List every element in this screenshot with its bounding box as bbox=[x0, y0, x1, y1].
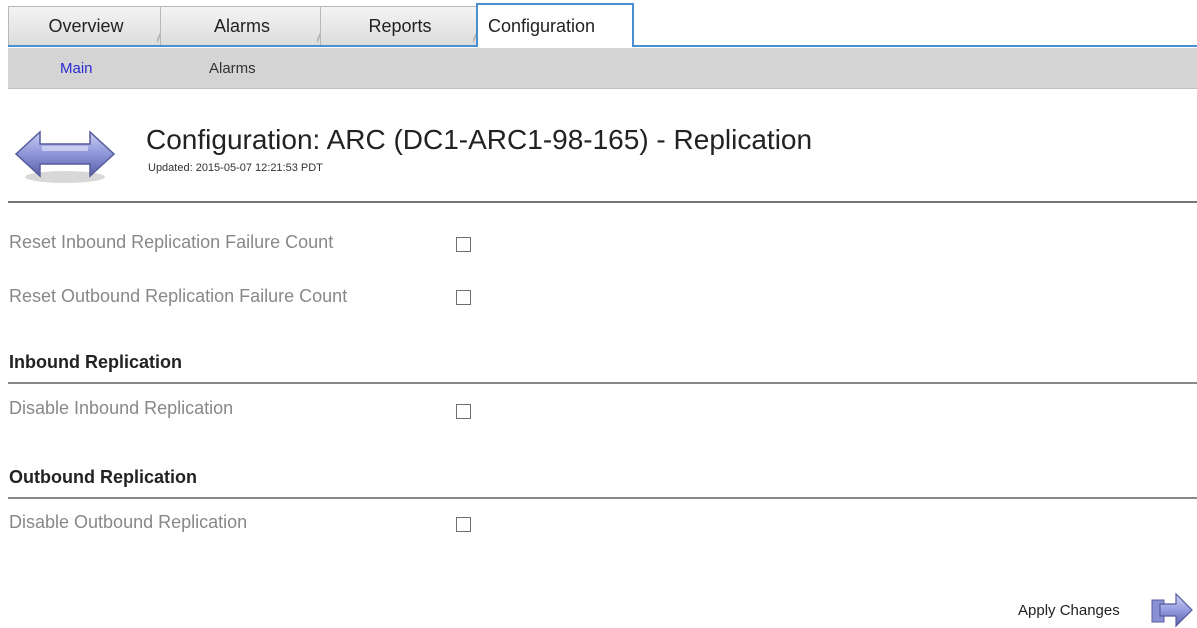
last-updated-timestamp: Updated: 2015-05-07 12:21:53 PDT bbox=[148, 162, 323, 174]
disable-outbound-replication-checkbox[interactable] bbox=[456, 517, 471, 532]
tab-configuration-label: Configuration bbox=[488, 15, 596, 36]
disable-inbound-replication-label: Disable Inbound Replication bbox=[9, 398, 234, 418]
tab-alarms[interactable]: Alarms bbox=[160, 6, 331, 47]
arrow-right-icon bbox=[1151, 592, 1193, 628]
disable-outbound-replication-label: Disable Outbound Replication bbox=[9, 512, 248, 532]
outbound-section-divider bbox=[8, 497, 1197, 499]
page-title: Configuration: ARC (DC1-ARC1-98-165) - R… bbox=[146, 124, 813, 155]
apply-changes-button[interactable]: Apply Changes bbox=[1018, 592, 1194, 628]
subnav-main-link[interactable]: Main bbox=[60, 60, 93, 77]
tab-reports-label: Reports bbox=[368, 16, 432, 36]
inbound-replication-heading: Inbound Replication bbox=[9, 352, 182, 372]
replication-arrows-icon bbox=[14, 130, 116, 183]
subnav-alarms-link[interactable]: Alarms bbox=[209, 60, 256, 77]
tab-alarms-label: Alarms bbox=[213, 16, 270, 36]
tab-reports[interactable]: Reports bbox=[320, 6, 487, 47]
reset-outbound-failure-count-label: Reset Outbound Replication Failure Count bbox=[9, 286, 348, 306]
tab-overview-label: Overview bbox=[48, 16, 124, 36]
reset-inbound-failure-count-label: Reset Inbound Replication Failure Count bbox=[9, 232, 334, 252]
tab-bar: Overview Alarms Reports Configuration bbox=[0, 0, 1197, 47]
tab-configuration[interactable]: Configuration bbox=[476, 3, 634, 47]
page: Overview Alarms Reports Configuration Ma… bbox=[0, 0, 1197, 628]
sub-nav: Main Alarms bbox=[8, 48, 1197, 89]
reset-outbound-failure-count-checkbox[interactable] bbox=[456, 290, 471, 305]
tab-overview[interactable]: Overview bbox=[8, 6, 171, 47]
inbound-section-divider bbox=[8, 382, 1197, 384]
header-divider bbox=[8, 201, 1197, 203]
outbound-replication-heading: Outbound Replication bbox=[9, 467, 197, 487]
apply-changes-label: Apply Changes bbox=[1018, 602, 1120, 619]
disable-inbound-replication-checkbox[interactable] bbox=[456, 404, 471, 419]
reset-inbound-failure-count-checkbox[interactable] bbox=[456, 237, 471, 252]
